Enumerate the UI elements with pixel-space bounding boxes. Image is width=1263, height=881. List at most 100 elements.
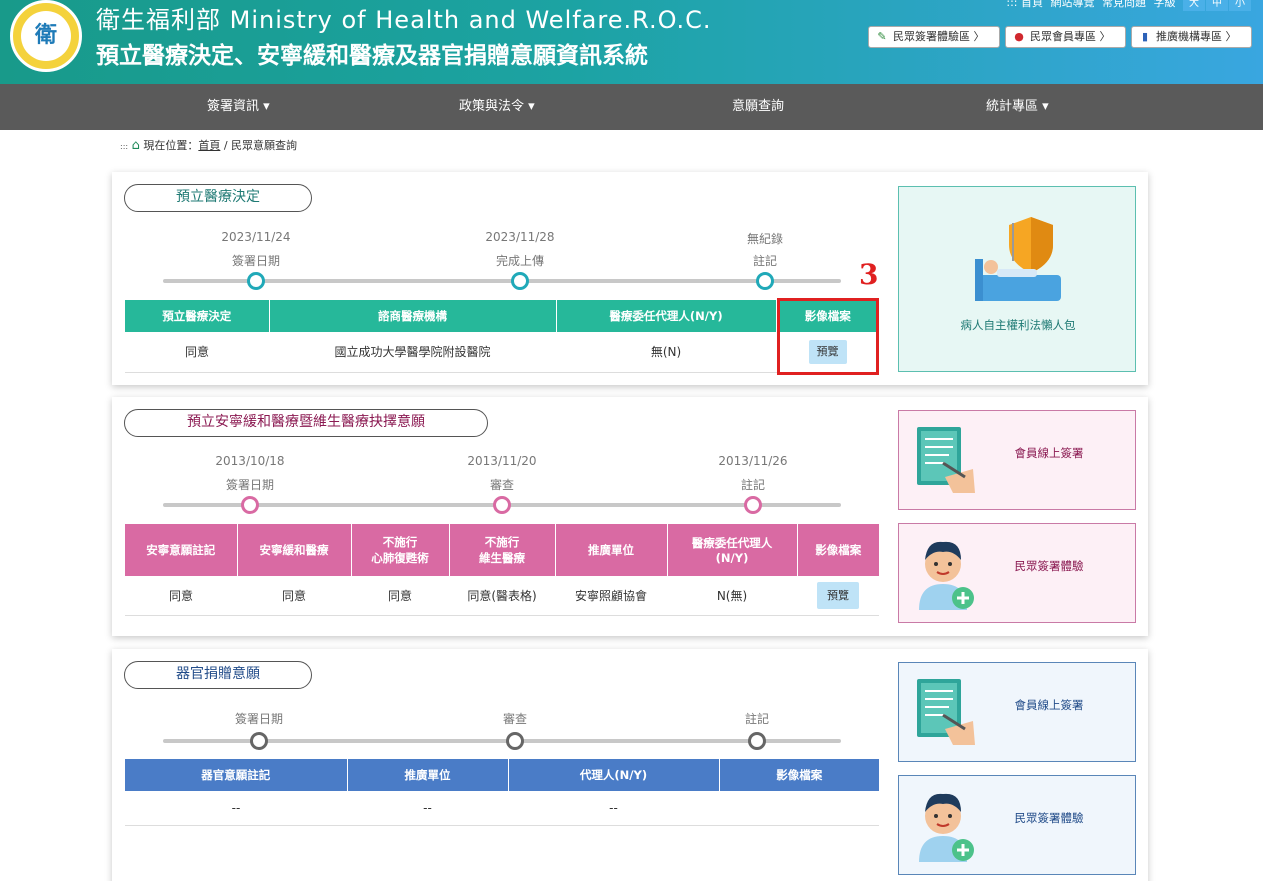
nav-policy-law[interactable]: 政策與法令 ▾ [459, 84, 535, 130]
timeline-label: 審查 [502, 712, 527, 726]
font-small-button[interactable]: 小 [1229, 0, 1251, 11]
column-header: 醫療委任代理人 (N/Y) [667, 524, 798, 576]
member-area-button[interactable]: ● 民眾會員專區 〉 [1005, 26, 1126, 48]
timeline-dot [511, 272, 529, 290]
top-link-sitemap[interactable]: 網站導覽 [1051, 0, 1095, 9]
top-links: ::: 首頁 網站導覽 常見問題 字級 大中小 [1002, 0, 1251, 11]
document-signing-icon [917, 679, 975, 745]
timeline-label: 完成上傳 [495, 254, 544, 268]
nav-intent-query[interactable]: 意願查詢 [732, 84, 784, 130]
top-link-faq[interactable]: 常見問題 [1102, 0, 1146, 9]
breadcrumb: ::: ⌂ 現在位置：首頁 / 民眾意願查詢 [120, 137, 297, 153]
public-signing-experience-card[interactable]: 民眾簽署體驗 [898, 523, 1136, 623]
timeline-label: 簽署日期 [225, 478, 274, 492]
promotion-org-area-button[interactable]: ▮ 推廣機構專區 〉 [1131, 26, 1252, 48]
highlight-box [777, 298, 879, 375]
table-row: 同意 同意 同意 同意(醫表格) 安寧照顧協會 N(無) 預覽 [125, 576, 879, 616]
table-cell: 同意(醫表格) [449, 576, 555, 616]
side-card-label: 民眾簽署體驗 [1014, 811, 1084, 825]
column-header: 推廣單位 [555, 524, 668, 576]
column-header: 推廣單位 [347, 759, 509, 791]
user-icon: ● [1014, 30, 1024, 43]
column-header: 影像檔案 [815, 543, 862, 557]
column-header: 不施行 維生醫療 [449, 524, 556, 576]
timeline-dot [756, 272, 774, 290]
table-cell [719, 791, 879, 826]
timeline-dot [748, 732, 766, 750]
organ-donation-table: 器官意願註記 推廣單位 代理人(N/Y) 影像檔案 -- -- -- [125, 759, 879, 826]
preview-button[interactable]: 預覽 [817, 581, 859, 609]
top-link-home[interactable]: ::: 首頁 [1006, 0, 1043, 9]
ministry-logo[interactable]: 衛 [10, 0, 82, 72]
table-cell: -- [508, 791, 719, 826]
side-card-label: 會員線上簽署 [1014, 698, 1084, 712]
timeline-dot [250, 732, 268, 750]
column-header: 器官意願註記 [125, 759, 348, 791]
person-add-icon [919, 541, 974, 610]
table-cell: -- [125, 791, 347, 826]
font-large-button[interactable]: 大 [1183, 0, 1205, 11]
timeline-label: 簽署日期 [231, 254, 280, 268]
font-size-label: 字級 [1153, 0, 1176, 9]
timeline-date: 2013/11/20 [467, 454, 537, 468]
document-signing-icon [917, 427, 975, 493]
timeline-label: 審查 [489, 478, 514, 492]
table-cell: 安寧照顧協會 [555, 576, 667, 616]
timeline-label: 註記 [752, 254, 777, 268]
table-cell: 預覽 [797, 576, 879, 616]
timeline-date: 2013/11/26 [718, 454, 788, 468]
table-cell: N(無) [667, 576, 797, 616]
table-cell: 同意 [125, 576, 237, 616]
side-card-label: 民眾簽署體驗 [1014, 559, 1084, 573]
public-signing-experience-button[interactable]: ✎ 民眾簽署體驗區 〉 [868, 26, 1000, 48]
logo-mark: 衛 [21, 11, 71, 61]
breadcrumb-label: 現在位置： [143, 139, 199, 152]
column-header: 安寧意願註記 [125, 524, 238, 576]
person-add-icon [919, 793, 974, 862]
timeline-date: 2023/11/28 [485, 230, 555, 244]
timeline-dot [241, 496, 259, 514]
timeline-label: 簽署日期 [234, 712, 283, 726]
table-cell: 無(N) [556, 332, 776, 373]
timeline-date: 無紀錄 [746, 232, 783, 246]
side-card-label: 病人自主權利法懶人包 [960, 318, 1076, 332]
timeline-dot [744, 496, 762, 514]
timeline-dot [493, 496, 511, 514]
table-cell: 同意 [237, 576, 351, 616]
breadcrumb-current: / 民眾意願查詢 [223, 139, 298, 152]
hospice-care-table: 安寧意願註記 安寧緩和醫療 不施行 心肺復甦術 不施行 維生醫療 推廣單位 醫療… [125, 524, 879, 616]
table-cell: -- [347, 791, 508, 826]
column-header: 諮商醫療機構 [269, 300, 557, 332]
column-header: 影像檔案 [776, 768, 823, 782]
side-card-label: 會員線上簽署 [1014, 446, 1084, 460]
section-title-pill: 預立安寧緩和醫療暨維生醫療抉擇意願 [124, 409, 488, 437]
section-title-pill: 器官捐贈意願 [124, 661, 312, 689]
timeline-label: 註記 [744, 712, 769, 726]
member-online-signing-card[interactable]: 會員線上簽署 [898, 410, 1136, 510]
site-header: 衛 衛生福利部 Ministry of Health and Welfare.R… [0, 0, 1263, 84]
table-row: 同意 國立成功大學醫學院附設醫院 無(N) 預覽 [125, 332, 879, 373]
home-icon: ⌂ [131, 138, 140, 153]
pencil-icon: ✎ [877, 30, 887, 43]
hospital-bed-icon [975, 217, 1061, 301]
annotation-number: 3 [859, 258, 879, 291]
timeline-dot [247, 272, 265, 290]
column-header: 不施行 心肺復甦術 [351, 524, 450, 576]
patient-rights-guide-card[interactable]: 病人自主權利法懶人包 [898, 186, 1136, 372]
advance-decision-table: 預立醫療決定 諮商醫療機構 醫療委任代理人(N/Y) 影像檔案 同意 國立成功大… [125, 300, 879, 373]
member-online-signing-card[interactable]: 會員線上簽署 [898, 662, 1136, 762]
breadcrumb-home-link[interactable]: 首頁 [198, 139, 220, 152]
table-cell: 同意 [351, 576, 449, 616]
building-icon: ▮ [1141, 30, 1149, 43]
table-row: -- -- -- [125, 791, 879, 826]
public-signing-experience-card[interactable]: 民眾簽署體驗 [898, 775, 1136, 875]
column-header: 醫療委任代理人(N/Y) [556, 300, 777, 332]
timeline-date: 2023/11/24 [221, 230, 291, 244]
table-cell: 同意 [125, 332, 269, 373]
timeline-date: 2013/10/18 [215, 454, 285, 468]
table-cell: 國立成功大學醫學院附設醫院 [269, 332, 556, 373]
nav-statistics[interactable]: 統計專區 ▾ [986, 84, 1049, 130]
section-title-pill: 預立醫療決定 [124, 184, 312, 212]
nav-signing-info[interactable]: 簽署資訊 ▾ [207, 84, 270, 130]
font-medium-button[interactable]: 中 [1206, 0, 1228, 11]
